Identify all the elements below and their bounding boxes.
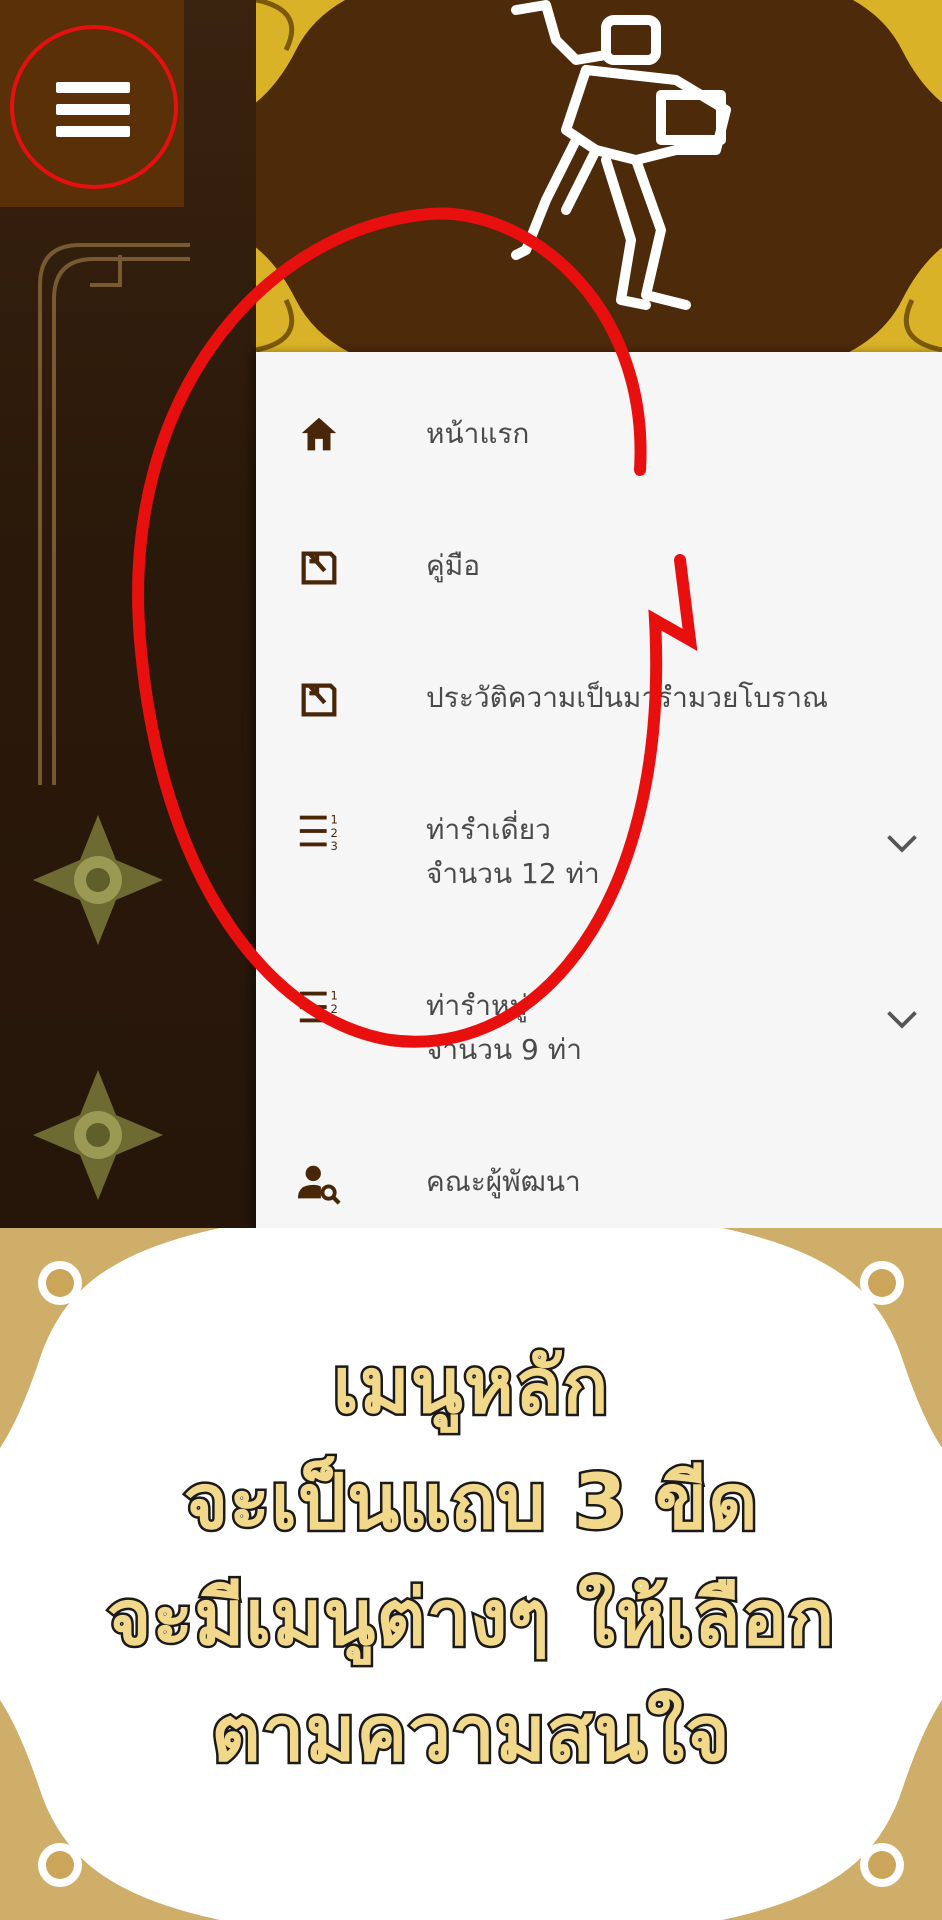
decorative-frame	[38, 243, 190, 785]
list-numbered-icon: 1 2 3	[296, 808, 342, 854]
menu-button[interactable]	[0, 0, 184, 207]
menu-item-count: จำนวน 9 ท่า	[426, 1033, 582, 1066]
menu-item-history[interactable]: ประวัติความเป็นมารำมวยโบราณ	[256, 676, 942, 786]
caption-line-3: จะมีเมนูต่างๆ ให้เลือก	[104, 1571, 836, 1665]
menu-item-group-poses[interactable]: 1 2 3 ท่ารำหมู่ จำนวน 9 ท่า	[256, 984, 942, 1094]
menu-item-solo-poses[interactable]: 1 2 3 ท่ารำเดี่ยว จำนวน 12 ท่า	[256, 808, 942, 918]
menu-item-count: จำนวน 12 ท่า	[426, 857, 600, 890]
hamburger-icon	[56, 82, 130, 138]
menu-item-manual[interactable]: คู่มือ	[256, 544, 942, 654]
svg-text:3: 3	[331, 839, 338, 853]
chevron-down-icon[interactable]	[884, 1008, 920, 1032]
person-search-icon	[296, 1160, 342, 1206]
gold-corner-ornament	[849, 247, 942, 352]
menu-item-label: ท่ารำหมู่	[426, 989, 528, 1022]
navigation-drawer: หน้าแรก คู่มือ ประวัติความเป็นมารำมวยโบร…	[256, 352, 942, 1228]
flower-ornament	[28, 810, 168, 950]
svg-text:1: 1	[331, 988, 338, 1002]
home-icon	[296, 412, 342, 458]
svg-text:3: 3	[331, 1015, 338, 1029]
svg-text:2: 2	[331, 1002, 338, 1016]
gold-corner-ornament	[256, 0, 346, 103]
svg-text:1: 1	[331, 812, 338, 826]
caption-text: เมนูหลัก จะเป็นแถบ 3 ขีด จะมีเมนูต่างๆ ใ…	[0, 1328, 942, 1792]
list-numbered-icon: 1 2 3	[296, 984, 342, 1030]
boxer-logo	[511, 0, 731, 310]
menu-item-label: คณะผู้พัฒนา	[426, 1165, 581, 1198]
history-icon	[296, 676, 342, 722]
menu-item-developers[interactable]: คณะผู้พัฒนา	[256, 1160, 942, 1228]
gold-corner-ornament	[256, 247, 349, 352]
menu-item-label: คู่มือ	[426, 549, 481, 582]
flower-ornament	[28, 1065, 168, 1205]
chevron-down-icon[interactable]	[884, 832, 920, 856]
svg-text:2: 2	[331, 826, 338, 840]
manual-icon	[296, 544, 342, 590]
gold-corner-ornament	[852, 0, 942, 103]
caption-panel: เมนูหลัก จะเป็นแถบ 3 ขีด จะมีเมนูต่างๆ ใ…	[0, 1228, 942, 1920]
menu-item-label: ประวัติความเป็นมารำมวยโบราณ	[426, 681, 828, 714]
menu-item-label: ท่ารำเดี่ยว	[426, 813, 551, 846]
caption-line-2: จะเป็นแถบ 3 ขีด	[181, 1455, 760, 1549]
menu-item-home[interactable]: หน้าแรก	[256, 412, 942, 522]
menu-item-label: หน้าแรก	[426, 417, 530, 450]
app-screenshot: หน้าแรก คู่มือ ประวัติความเป็นมารำมวยโบร…	[0, 0, 942, 1228]
drawer-header	[256, 0, 942, 352]
caption-line-1: เมนูหลัก	[330, 1339, 611, 1433]
caption-line-4: ตามความสนใจ	[209, 1687, 732, 1781]
